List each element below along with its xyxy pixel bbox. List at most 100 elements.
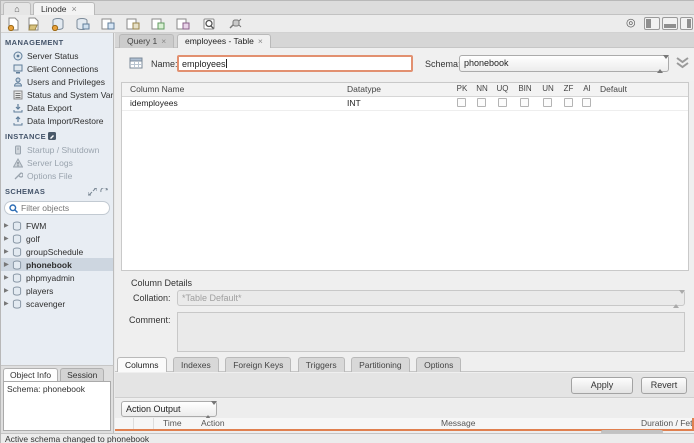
checkbox-un[interactable] — [543, 98, 552, 107]
create-stored-procedure-button[interactable] — [123, 16, 141, 32]
schema-tree-item-groupschedule[interactable]: ▶groupSchedule — [1, 245, 113, 258]
tab-foreign-keys[interactable]: Foreign Keys — [225, 357, 291, 372]
object-info-content: Schema: phonebook — [3, 381, 111, 431]
sidebar-item-server-status[interactable]: Server Status — [1, 49, 113, 62]
sidebar-item-users-privileges[interactable]: Users and Privileges — [1, 75, 113, 88]
connection-tab[interactable]: Linode× — [33, 2, 95, 15]
create-function-button[interactable] — [148, 16, 166, 32]
connection-status-icon[interactable]: ◎ — [626, 17, 636, 30]
tab-object-info[interactable]: Object Info — [3, 368, 58, 381]
header-action[interactable]: Action — [201, 418, 225, 428]
create-routine-group-button[interactable] — [173, 16, 191, 32]
schema-tree-item-phpmyadmin[interactable]: ▶phpmyadmin — [1, 271, 113, 284]
cell-column-name[interactable]: idemployees — [130, 98, 178, 108]
open-sql-script-button[interactable] — [24, 16, 42, 32]
header-pk[interactable]: PK — [452, 84, 472, 97]
search-table-data-button[interactable] — [200, 16, 218, 32]
header-nn[interactable]: NN — [472, 84, 492, 97]
create-table-button[interactable] — [73, 16, 91, 32]
expand-arrow-icon[interactable]: ▶ — [4, 222, 12, 229]
expand-schemas-icon[interactable] — [88, 188, 97, 196]
reconnect-dbms-button[interactable] — [225, 16, 243, 32]
action-output-select[interactable]: Action Output — [121, 401, 217, 417]
tab-session[interactable]: Session — [60, 368, 104, 381]
tab-partitioning[interactable]: Partitioning — [351, 357, 410, 372]
schema-filter-input[interactable] — [21, 203, 101, 213]
header-default[interactable]: Default — [600, 84, 627, 94]
create-schema-button[interactable] — [49, 16, 67, 32]
sidebar-item-client-connections[interactable]: Client Connections — [1, 62, 113, 75]
tab-query-1[interactable]: Query 1× — [119, 34, 174, 48]
revert-button[interactable]: Revert — [641, 377, 687, 394]
close-icon[interactable]: × — [161, 36, 166, 46]
expand-arrow-icon[interactable]: ▶ — [4, 235, 12, 242]
header-message[interactable]: Message — [441, 418, 476, 428]
home-tab[interactable]: ⌂ — [3, 2, 31, 15]
sidebar-item-status-system-variables[interactable]: Status and System Variables — [1, 88, 113, 101]
toggle-secondary-sidebar-button[interactable] — [680, 17, 693, 30]
checkbox-ai[interactable] — [582, 98, 591, 107]
column-row-idemployees[interactable]: idemployees INT — [122, 97, 688, 111]
tab-columns[interactable]: Columns — [117, 357, 167, 372]
tab-triggers[interactable]: Triggers — [298, 357, 345, 372]
checkbox-zf[interactable] — [564, 98, 573, 107]
header-ai[interactable]: AI — [578, 84, 596, 97]
tab-indexes[interactable]: Indexes — [173, 357, 219, 372]
schema-select[interactable]: phonebook — [459, 55, 669, 72]
refresh-schemas-icon[interactable] — [100, 188, 109, 196]
create-routine-group-icon — [175, 17, 190, 31]
close-icon[interactable]: × — [258, 36, 263, 46]
schema-icon — [12, 260, 22, 270]
header-datatype[interactable]: Datatype — [347, 84, 381, 94]
tab-employees-table[interactable]: employees - Table× — [177, 34, 271, 48]
apply-button[interactable]: Apply — [571, 377, 633, 394]
create-schema-icon — [51, 17, 66, 31]
status-variables-icon — [13, 90, 23, 100]
expand-arrow-icon[interactable]: ▶ — [4, 248, 12, 255]
expand-arrow-icon[interactable]: ▶ — [4, 287, 12, 294]
sidebar-item-data-import[interactable]: Data Import/Restore — [1, 114, 113, 127]
table-name-input[interactable]: employees — [177, 55, 413, 72]
comment-textarea[interactable] — [177, 312, 685, 352]
header-uq[interactable]: UQ — [492, 84, 513, 97]
options-file-icon — [13, 171, 23, 181]
header-zf[interactable]: ZF — [559, 84, 578, 97]
header-un[interactable]: UN — [537, 84, 559, 97]
sidebar-item-startup-shutdown[interactable]: Startup / Shutdown — [1, 143, 113, 156]
object-info-panel: Object Info Session Schema: phonebook — [1, 365, 114, 433]
close-icon[interactable]: × — [72, 4, 77, 14]
schema-icon — [12, 247, 22, 257]
schema-tree-item-phonebook[interactable]: ▶phonebook — [1, 258, 113, 271]
toggle-sidebar-button[interactable] — [644, 17, 660, 30]
collation-select[interactable]: *Table Default* — [177, 290, 685, 306]
schema-tree-item-golf[interactable]: ▶golf — [1, 232, 113, 245]
header-time[interactable]: Time — [163, 418, 182, 428]
header-duration-fetch[interactable]: Duration / Fetch — [641, 418, 694, 428]
new-query-tab-button[interactable] — [4, 16, 22, 32]
instance-section-header: INSTANCE — [1, 127, 113, 143]
status-bar: Active schema changed to phonebook — [1, 433, 694, 443]
checkbox-pk[interactable] — [457, 98, 466, 107]
expand-arrow-icon[interactable]: ▶ — [4, 261, 12, 268]
name-label: Name: — [151, 59, 178, 69]
schema-tree-item-fwm[interactable]: ▶FWM — [1, 219, 113, 232]
sidebar-item-options-file[interactable]: Options File — [1, 169, 113, 182]
header-column-name[interactable]: Column Name — [130, 84, 184, 94]
schema-tree-item-players[interactable]: ▶players — [1, 284, 113, 297]
expand-arrow-icon[interactable]: ▶ — [4, 300, 12, 307]
checkbox-nn[interactable] — [477, 98, 486, 107]
create-table-icon — [75, 17, 90, 31]
cell-datatype[interactable]: INT — [347, 98, 361, 108]
header-bin[interactable]: BIN — [513, 84, 537, 97]
expand-arrow-icon[interactable]: ▶ — [4, 274, 12, 281]
toggle-output-area-button[interactable] — [662, 17, 678, 30]
create-view-button[interactable] — [98, 16, 116, 32]
sidebar-item-data-export[interactable]: Data Export — [1, 101, 113, 114]
schema-tree-item-scavenger[interactable]: ▶scavenger — [1, 297, 113, 310]
expand-form-chevrons-icon[interactable] — [675, 56, 690, 70]
table-editor-tab-bar: Columns Indexes Foreign Keys Triggers Pa… — [115, 355, 694, 372]
checkbox-uq[interactable] — [498, 98, 507, 107]
sidebar-item-server-logs[interactable]: Server Logs — [1, 156, 113, 169]
checkbox-bin[interactable] — [520, 98, 529, 107]
tab-options[interactable]: Options — [416, 357, 461, 372]
